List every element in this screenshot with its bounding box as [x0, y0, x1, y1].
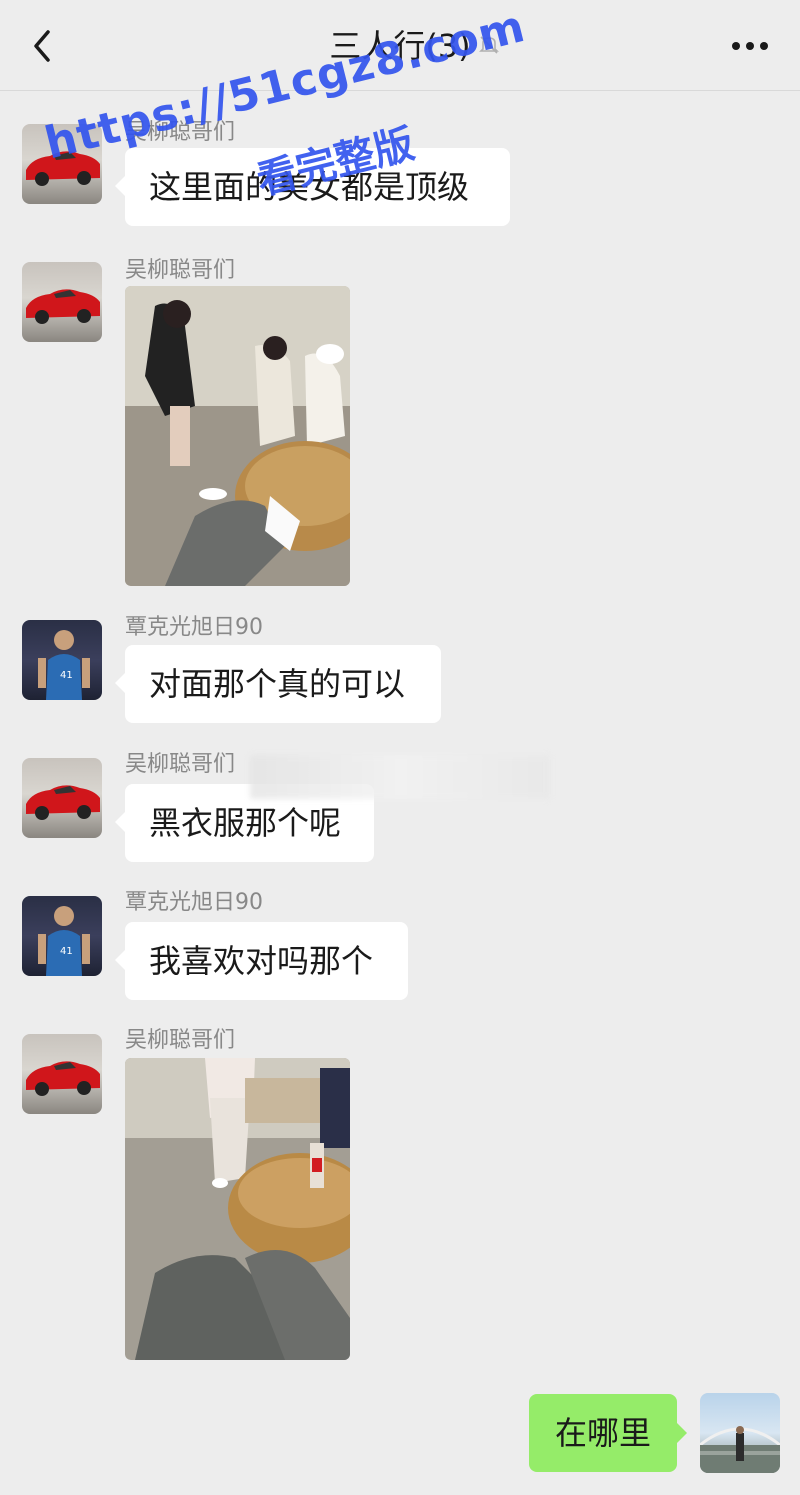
- sender-name: 覃克光旭日90: [125, 890, 263, 915]
- photo-message[interactable]: [125, 286, 350, 586]
- redacted-area: [250, 755, 550, 799]
- avatar[interactable]: 41: [22, 896, 102, 976]
- avatar[interactable]: [22, 758, 102, 838]
- more-dots-icon: [732, 42, 740, 50]
- message-bubble[interactable]: 对面那个真的可以: [115, 645, 441, 723]
- svg-text:41: 41: [60, 946, 73, 957]
- photo-message[interactable]: [125, 1058, 350, 1360]
- avatar[interactable]: [22, 262, 102, 342]
- sender-name: 覃克光旭日90: [125, 615, 263, 640]
- more-options-button[interactable]: [722, 30, 774, 62]
- sender-name: 吴柳聪哥们: [125, 752, 236, 777]
- outgoing-message-bubble[interactable]: 在哪里: [529, 1394, 687, 1472]
- sender-name: 吴柳聪哥们: [125, 258, 236, 283]
- svg-text:41: 41: [60, 670, 73, 681]
- message-bubble[interactable]: 我喜欢对吗那个: [115, 922, 408, 1000]
- avatar[interactable]: 41: [22, 620, 102, 700]
- self-avatar[interactable]: [700, 1393, 780, 1473]
- sender-name: 吴柳聪哥们: [125, 1028, 236, 1053]
- avatar[interactable]: [22, 1034, 102, 1114]
